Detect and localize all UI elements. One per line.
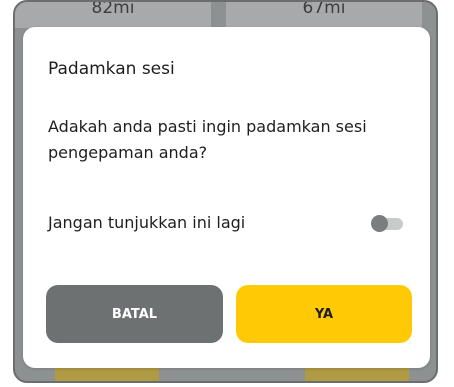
toggle-knob bbox=[371, 215, 388, 232]
background-card-right: 67mi bbox=[226, 2, 422, 28]
dont-show-again-row: Jangan tunjukkan ini lagi bbox=[48, 211, 403, 239]
dont-show-again-toggle[interactable] bbox=[371, 215, 403, 232]
background-card-left-text: 82mi bbox=[91, 2, 135, 18]
dialog-title: Padamkan sesi bbox=[48, 59, 175, 79]
dialog-message: Adakah anda pasti ingin padamkan sesi pe… bbox=[48, 117, 367, 162]
confirm-button[interactable]: YA bbox=[236, 285, 412, 343]
cancel-button[interactable]: BATAL bbox=[46, 285, 223, 343]
background-card-left: 82mi bbox=[15, 2, 211, 28]
background-card-right-text: 67mi bbox=[302, 2, 346, 18]
delete-session-dialog: Padamkan sesi Adakah anda pasti ingin pa… bbox=[23, 27, 430, 368]
dont-show-again-label: Jangan tunjukkan ini lagi bbox=[48, 213, 246, 232]
